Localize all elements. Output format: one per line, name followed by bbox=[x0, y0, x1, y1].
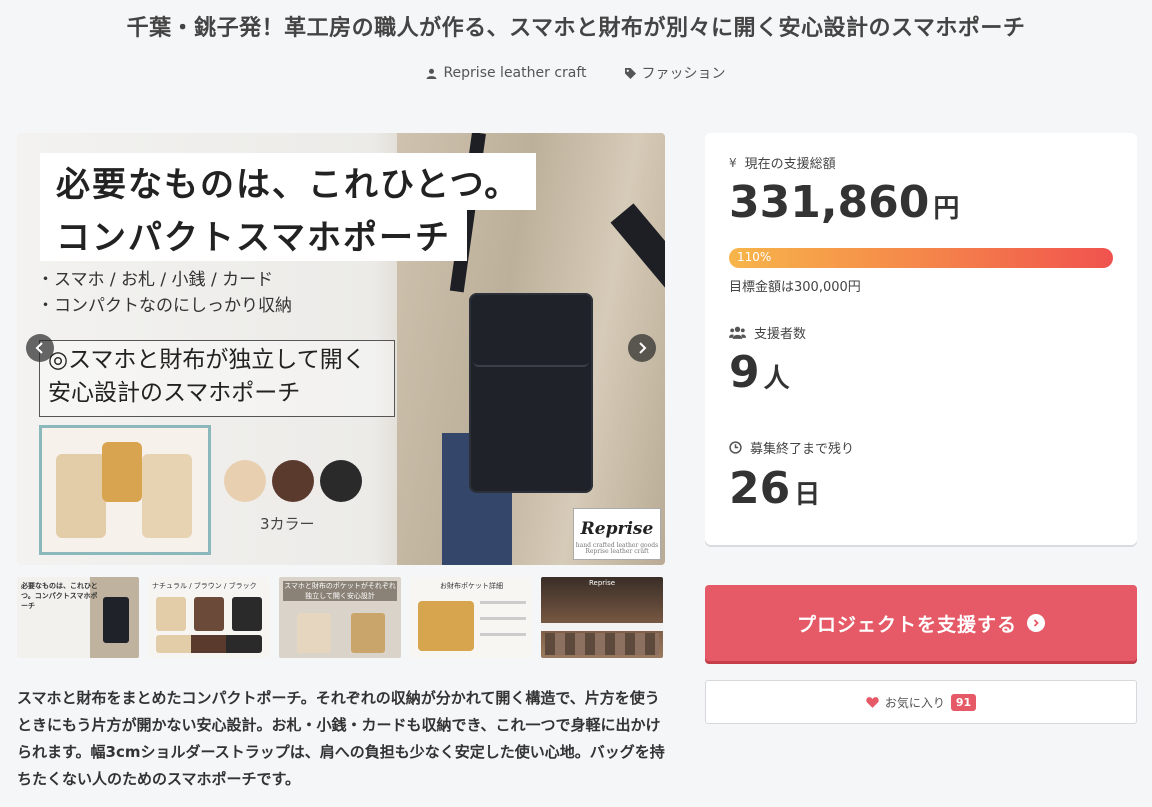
hero-bullet: ・コンパクトなのにしっかり収納 bbox=[37, 296, 292, 316]
main-image: 必要なものは、これひとつ。 コンパクトスマホポーチ ・スマホ / お札 / 小銭… bbox=[17, 133, 665, 565]
pouch-image bbox=[469, 293, 593, 493]
thumbnail-2[interactable]: ナチュラル / ブラウン / ブラック bbox=[148, 577, 270, 658]
progress-bar: 110% bbox=[729, 248, 1113, 268]
backers-value: 9人 bbox=[729, 347, 790, 398]
owner-name: Reprise leather craft bbox=[443, 65, 587, 81]
clock-icon bbox=[729, 441, 742, 454]
project-description: スマホと財布をまとめたコンパクトポーチ。それぞれの収納が分かれて開く構造で、片方… bbox=[17, 689, 665, 788]
favorite-count-badge: 91 bbox=[950, 693, 977, 711]
feature-line: ◎スマホと財布が独立して開く bbox=[48, 347, 366, 373]
users-icon bbox=[729, 326, 746, 339]
owner-link[interactable]: Reprise leather craft bbox=[426, 63, 587, 83]
hero-feature-box: ◎スマホと財布が独立して開く 安心設計のスマホポーチ bbox=[39, 340, 395, 417]
hero-subheadline: コンパクトスマホポーチ bbox=[40, 208, 467, 261]
amount-label: ¥ 現在の支援総額 bbox=[729, 155, 836, 173]
color-swatch-brown bbox=[272, 460, 314, 502]
user-icon bbox=[427, 68, 437, 79]
support-project-button[interactable]: プロジェクトを支援する bbox=[705, 585, 1137, 661]
prev-image-button[interactable] bbox=[26, 334, 54, 362]
remaining-label: 募集終了まで残り bbox=[729, 438, 854, 457]
colors-label: 3カラー bbox=[260, 515, 315, 533]
feature-line: 安心設計のスマホポーチ bbox=[48, 380, 301, 406]
color-swatch-natural bbox=[224, 460, 266, 502]
chevron-right-icon bbox=[1027, 614, 1045, 632]
project-title: 千葉・銚子発！革工房の職人が作る、スマホと財布が別々に開く安心設計のスマホポーチ bbox=[126, 16, 1026, 41]
thumbnail-3[interactable]: スマホと財布のポケットがそれぞれ独立して開く安心設計 bbox=[279, 577, 401, 658]
thumbnail-4[interactable]: お財布ポケット詳細 bbox=[410, 577, 532, 658]
hero-bullet: ・スマホ / お札 / 小銭 / カード bbox=[37, 270, 274, 290]
amount-value: 331,860 円 bbox=[729, 177, 960, 228]
heart-icon bbox=[866, 696, 879, 708]
category-name: ファッション bbox=[641, 66, 726, 82]
progress-percent: 110% bbox=[737, 250, 772, 264]
favorite-label: お気に入り bbox=[884, 695, 945, 710]
hero-headline: 必要なものは、これひとつ。 bbox=[40, 153, 537, 210]
chevron-left-icon bbox=[35, 342, 43, 354]
chevron-right-icon bbox=[639, 342, 647, 354]
project-meta: Reprise leather craft ファッション bbox=[0, 63, 1152, 83]
goal-amount: 目標金額は300,000円 bbox=[729, 280, 861, 295]
support-button-label: プロジェクトを支援する bbox=[796, 613, 1017, 636]
yen-icon: ¥ bbox=[729, 155, 737, 170]
brand-logo: Reprise hand crafted leather goods Repri… bbox=[573, 508, 661, 560]
thumbnail-5[interactable]: Reprise bbox=[541, 577, 663, 658]
tag-icon bbox=[624, 67, 636, 79]
category-link[interactable]: ファッション bbox=[624, 63, 726, 83]
backers-label: 支援者数 bbox=[729, 323, 806, 342]
color-swatch-black bbox=[320, 460, 362, 502]
next-image-button[interactable] bbox=[628, 334, 656, 362]
remaining-value: 26 日 bbox=[729, 463, 821, 514]
stats-card: ¥ 現在の支援総額 331,860 円 110% 目標金額は300,000円 支援… bbox=[705, 133, 1137, 545]
product-photo bbox=[39, 425, 211, 555]
thumbnail-1[interactable]: 必要なものは、これひとつ。コンパクトスマホポーチ bbox=[17, 577, 139, 658]
thumbnail-strip: 必要なものは、これひとつ。コンパクトスマホポーチ ナチュラル / ブラウン / … bbox=[17, 577, 663, 658]
favorite-button[interactable]: お気に入り 91 bbox=[705, 680, 1137, 724]
